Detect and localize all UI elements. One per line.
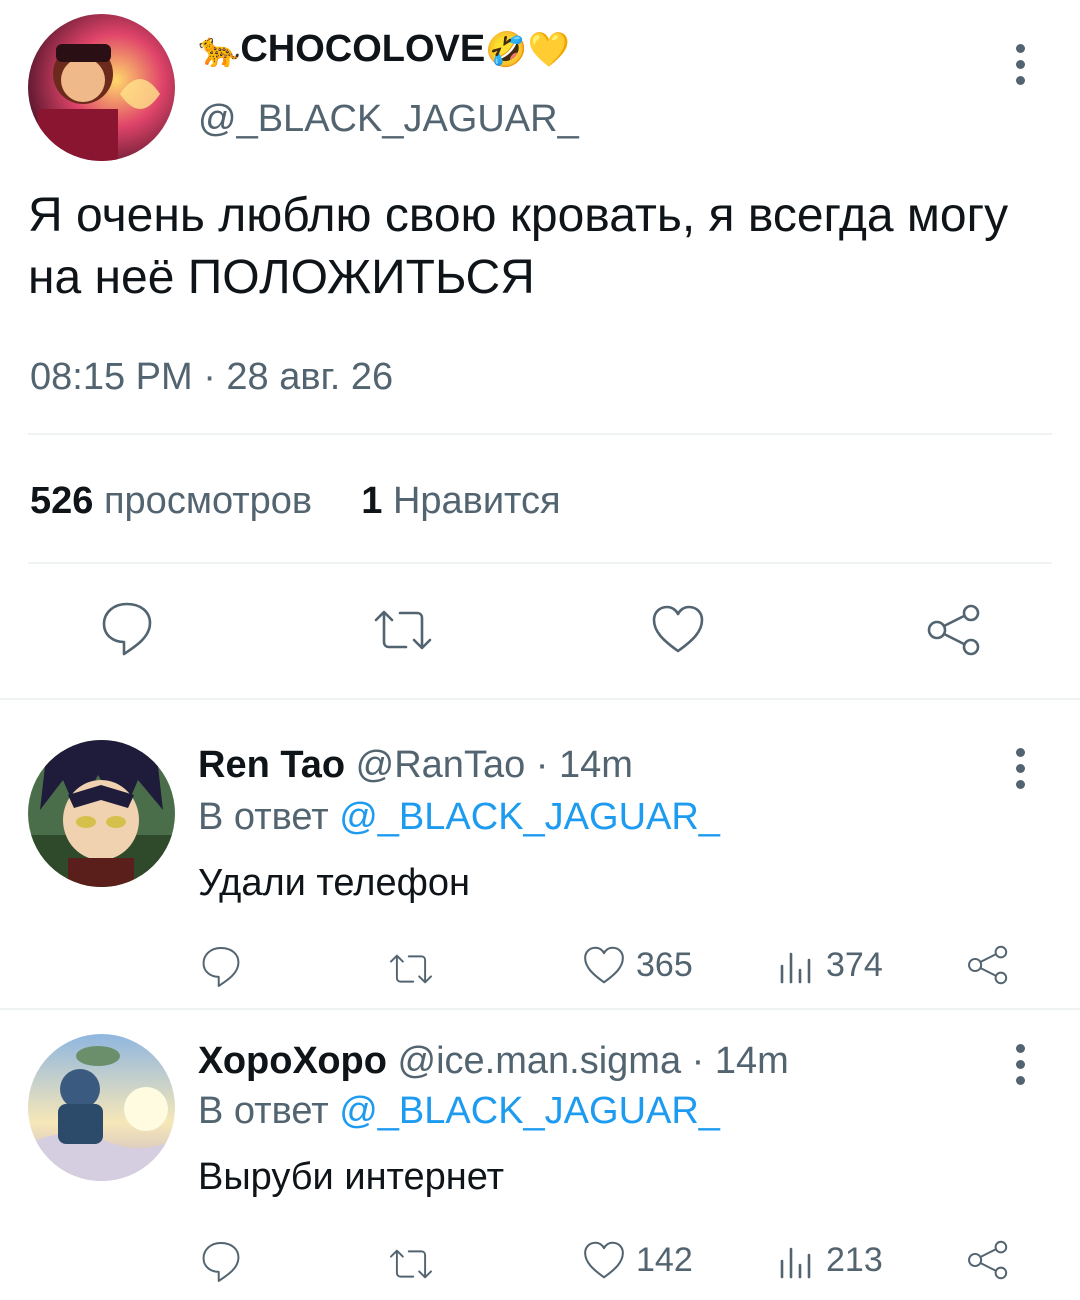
reply-to-line: В ответ @_BLACK_JAGUAR_ — [198, 796, 720, 839]
divider — [28, 433, 1052, 435]
tweet-text: Я очень люблю свою кровать, я всегда мог… — [28, 189, 1009, 304]
reply-icon — [202, 947, 240, 987]
reply-to-link[interactable]: @_BLACK_JAGUAR_ — [339, 796, 720, 838]
views-label: просмотров — [103, 480, 313, 522]
views-icon — [780, 952, 811, 984]
share-button[interactable] — [966, 944, 1010, 986]
reply-to-line: В ответ @_BLACK_JAGUAR_ — [198, 1090, 720, 1133]
likes-label[interactable]: Нравится — [393, 480, 561, 522]
reply-icon — [102, 602, 152, 656]
share-button[interactable] — [966, 1239, 1010, 1281]
reply-to-prefix: В ответ — [198, 796, 329, 838]
views-icon — [780, 1247, 811, 1279]
author-display-name[interactable]: 🐆CHOCOLOVE🤣💛 — [198, 28, 570, 71]
tweet-stats: 526 просмотров 1 Нравится — [30, 480, 561, 523]
author-avatar[interactable] — [28, 14, 175, 161]
reply-time[interactable]: · 14m — [692, 1040, 789, 1082]
retweet-button[interactable] — [388, 952, 434, 986]
views-count: 526 — [30, 480, 94, 522]
retweet-button[interactable] — [388, 1247, 434, 1281]
like-button[interactable]: 142 — [582, 1239, 693, 1281]
reply-header: Ren Tao @RanTao · 14m — [198, 744, 633, 787]
laughing-heart-emoji-icon: 🤣💛 — [485, 31, 570, 69]
retweet-icon — [390, 1249, 432, 1279]
retweet-icon — [390, 954, 432, 984]
like-icon — [652, 605, 704, 653]
share-icon — [968, 945, 1008, 985]
like-button[interactable]: 365 — [582, 944, 693, 986]
reply-text: Удали телефон — [198, 862, 470, 904]
like-icon — [584, 1241, 624, 1279]
reply-text: Выруби интернет — [198, 1156, 505, 1198]
reply-icon — [202, 1242, 240, 1282]
like-count: 365 — [636, 945, 693, 984]
reply-button[interactable] — [200, 1240, 242, 1284]
views-count: 213 — [826, 1240, 883, 1279]
reply-button[interactable] — [100, 600, 154, 663]
author-handle[interactable]: @_BLACK_JAGUAR_ — [198, 98, 579, 141]
reply-to-prefix: В ответ — [198, 1090, 329, 1132]
more-options-icon[interactable] — [1010, 748, 1030, 789]
divider — [0, 698, 1080, 700]
share-icon — [968, 1240, 1008, 1280]
like-button[interactable] — [650, 603, 706, 660]
share-button[interactable] — [925, 603, 983, 662]
reply-button[interactable] — [200, 945, 242, 989]
retweet-button[interactable] — [372, 608, 434, 657]
like-count: 142 — [636, 1240, 693, 1279]
reply-header: ХороХоро @ice.man.sigma · 14m — [198, 1040, 789, 1083]
reply-to-link[interactable]: @_BLACK_JAGUAR_ — [339, 1090, 720, 1132]
like-icon — [584, 946, 624, 984]
views-count: 374 — [826, 945, 883, 984]
divider — [28, 562, 1052, 564]
reply-handle[interactable]: @ice.man.sigma — [398, 1040, 682, 1082]
reply-avatar[interactable] — [28, 1034, 175, 1181]
more-options-icon[interactable] — [1010, 1044, 1030, 1085]
share-icon — [927, 604, 980, 656]
leopard-emoji-icon: 🐆 — [198, 31, 241, 69]
views-button[interactable]: 374 — [776, 944, 883, 986]
likes-count[interactable]: 1 — [361, 480, 382, 522]
reply-display-name[interactable]: ХороХоро — [198, 1040, 387, 1082]
reply-handle[interactable]: @RanTao — [356, 744, 526, 786]
divider — [0, 1008, 1080, 1010]
views-button[interactable]: 213 — [776, 1239, 883, 1281]
more-options-icon[interactable] — [1010, 44, 1030, 85]
tweet-timestamp[interactable]: 08:15 PM · 28 авг. 26 — [30, 356, 393, 399]
reply-avatar[interactable] — [28, 740, 175, 887]
reply-display-name[interactable]: Ren Tao — [198, 744, 345, 786]
retweet-icon — [374, 610, 432, 650]
reply-time[interactable]: · 14m — [536, 744, 633, 786]
